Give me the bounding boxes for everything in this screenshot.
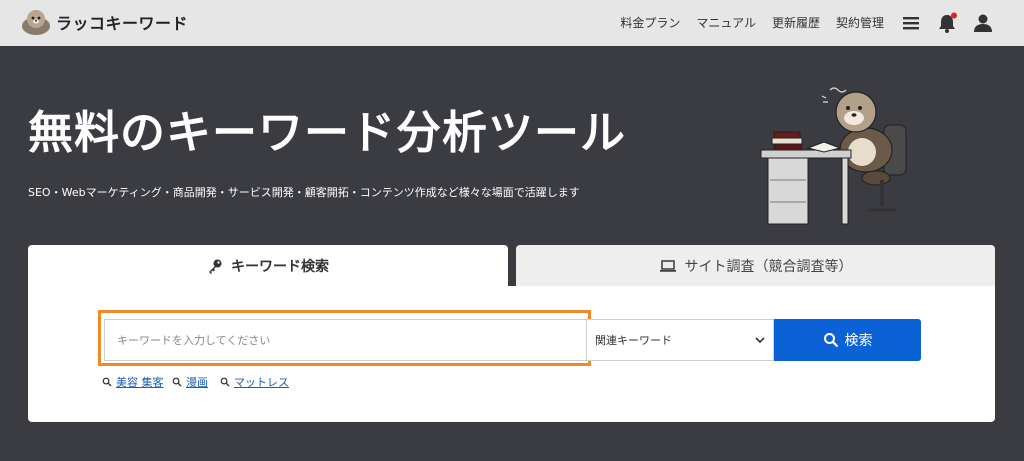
laptop-icon (659, 260, 676, 272)
suggestion-link[interactable]: マットレス (220, 374, 289, 390)
hero-subtitle: SEO・Webマーケティング・商品開発・サービス開発・顧客開拓・コンテンツ作成な… (28, 186, 580, 199)
suggestion-label: 漫画 (186, 376, 208, 389)
nav-pricing[interactable]: 料金プラン (620, 14, 680, 31)
search-icon (220, 377, 230, 387)
notification-dot (951, 12, 957, 19)
suggestion-label: マットレス (234, 376, 289, 389)
top-header: ラッコキーワード 料金プラン マニュアル 更新履歴 契約管理 (0, 0, 1024, 46)
user-icon[interactable] (972, 12, 994, 34)
search-mode-selected: 関連キーワード (595, 334, 672, 347)
key-icon (209, 259, 222, 274)
search-icon (823, 333, 838, 348)
suggestion-label: 美容 集客 (116, 376, 164, 389)
search-icon (172, 377, 182, 387)
tab-site-research[interactable]: サイト調査（競合調査等） (516, 245, 995, 287)
header-nav: 料金プラン マニュアル 更新履歴 契約管理 (620, 14, 884, 31)
search-button-label: 検索 (844, 333, 873, 349)
logo[interactable]: ラッコキーワード (20, 8, 188, 36)
nav-manual[interactable]: マニュアル (696, 14, 756, 31)
bell-icon[interactable] (936, 12, 958, 34)
otter-desk-illustration (760, 87, 907, 225)
nav-contract[interactable]: 契約管理 (836, 14, 884, 31)
logo-text: ラッコキーワード (56, 14, 189, 33)
chevron-down-icon (755, 337, 765, 344)
tab-site-research-label: サイト調査（競合調査等） (684, 259, 853, 275)
tab-keyword-search[interactable]: キーワード検索 (28, 245, 508, 287)
suggestion-link[interactable]: 美容 集客 (102, 374, 164, 390)
suggestion-link[interactable]: 漫画 (172, 374, 208, 390)
search-mode-select[interactable]: 関連キーワード (586, 319, 774, 361)
search-icon (102, 377, 112, 387)
hero-title: 無料のキーワード分析ツール (28, 106, 627, 159)
menu-icon[interactable] (900, 12, 922, 34)
keyword-search-input[interactable] (104, 319, 586, 361)
tab-keyword-search-label: キーワード検索 (231, 259, 329, 275)
search-button[interactable]: 検索 (774, 319, 921, 361)
otter-logo-icon (22, 10, 50, 35)
nav-changelog[interactable]: 更新履歴 (772, 14, 820, 31)
